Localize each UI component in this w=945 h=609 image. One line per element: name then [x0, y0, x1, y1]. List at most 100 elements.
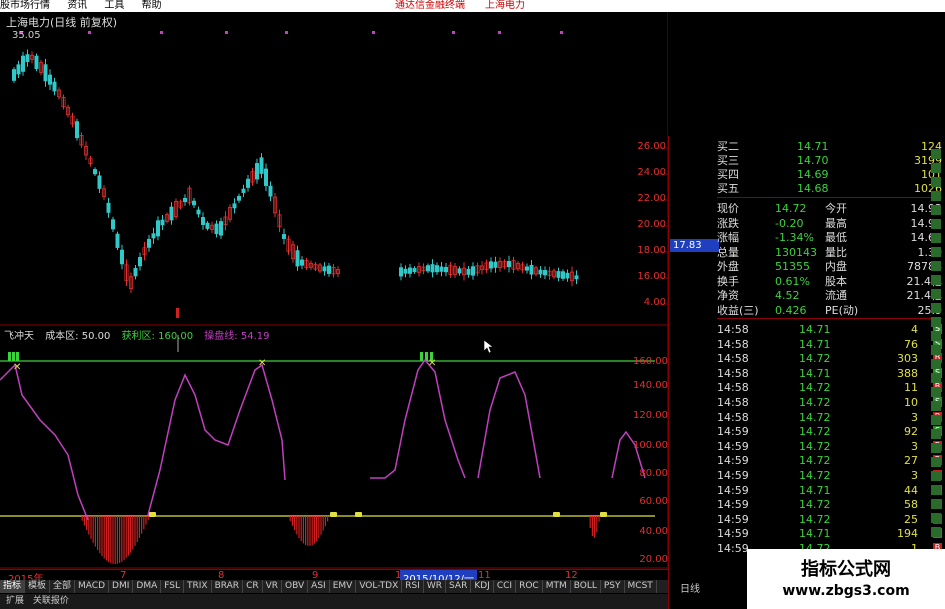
watermark-title: 指标公式网: [801, 559, 891, 580]
side-toolbar-button[interactable]: [931, 233, 941, 243]
side-toolbar-button[interactable]: [931, 317, 941, 327]
tab-mtm[interactable]: MTM: [543, 580, 571, 593]
tab-cr[interactable]: CR: [243, 580, 263, 593]
stat-label: 总量: [717, 245, 739, 259]
tick-volume: 58: [904, 498, 918, 512]
indicator-tab-bar: 指标 模板 全部 MACD DMI DMA FSL TRIX BRAR CR VR OBV ASI EMV…: [0, 580, 668, 593]
tick-volume: 3: [911, 410, 918, 424]
side-toolbar-button[interactable]: [931, 499, 941, 509]
tab-related-quotes[interactable]: 关联报价: [33, 596, 69, 606]
side-toolbar-button[interactable]: [931, 149, 941, 159]
tick-price: 14.72: [799, 439, 831, 453]
indicator-name[interactable]: 飞冲天: [4, 331, 34, 342]
side-toolbar-button[interactable]: [931, 401, 941, 411]
side-toolbar-button[interactable]: [931, 485, 941, 495]
tab-emv[interactable]: EMV: [330, 580, 357, 593]
tab-asi[interactable]: ASI: [308, 580, 330, 593]
tab-obv[interactable]: OBV: [282, 580, 309, 593]
bid-row: 买四 14.69 101: [717, 168, 942, 181]
side-toolbar-button[interactable]: [931, 163, 941, 173]
side-toolbar-button[interactable]: [931, 289, 941, 299]
side-toolbar-button[interactable]: [931, 429, 941, 439]
stat-label: 最高: [825, 216, 847, 230]
tab-extend[interactable]: 扩展: [6, 596, 24, 606]
side-toolbar-button[interactable]: [931, 177, 941, 187]
tick-time: 14:58: [717, 337, 749, 351]
tab-sar[interactable]: SAR: [446, 580, 472, 593]
tab-boll[interactable]: BOLL: [571, 580, 601, 593]
stat-value: -1.34%: [775, 231, 814, 244]
side-toolbar-button[interactable]: [931, 415, 941, 425]
tab-rsi[interactable]: RSI: [402, 580, 424, 593]
candle-body: [245, 178, 250, 188]
candle-body: [200, 217, 205, 225]
side-toolbar-button[interactable]: [931, 247, 941, 257]
side-toolbar-button[interactable]: [931, 331, 941, 341]
candle-body: [525, 266, 530, 271]
tab-dmi[interactable]: DMI: [109, 580, 134, 593]
side-toolbar-button[interactable]: [931, 205, 941, 215]
tab-indicator[interactable]: 指标: [0, 580, 26, 593]
candle-body: [299, 259, 304, 266]
tab-cci[interactable]: CCI: [494, 580, 517, 593]
tab-macd[interactable]: MACD: [75, 580, 110, 593]
indicator-header: 飞冲天 成本区: 50.00 获利区: 160.00 操盘线: 54.19: [4, 327, 277, 342]
tab-vr[interactable]: VR: [263, 580, 283, 593]
event-marker: [498, 31, 501, 34]
tab-dma[interactable]: DMA: [133, 580, 162, 593]
indicator-axis-label: 120.00: [633, 410, 668, 421]
tab-fsl[interactable]: FSL: [161, 580, 184, 593]
candle-body: [457, 268, 462, 274]
stat-label: 今开: [825, 202, 847, 215]
price-axis-label: 4.00: [643, 297, 666, 308]
profit-zone-value: 获利区: 160.00: [121, 331, 194, 342]
candle-body: [43, 64, 48, 82]
side-toolbar-button[interactable]: [931, 191, 941, 201]
indicator-axis-label: 80.00: [639, 468, 668, 479]
tab-roc[interactable]: ROC: [516, 580, 543, 593]
candle-body: [214, 223, 219, 235]
candle-body: [146, 238, 151, 248]
kline-chart[interactable]: ✕ ✕ ✕: [0, 0, 668, 569]
tick-time: 14:59: [717, 469, 749, 482]
tab-all[interactable]: 全部: [50, 580, 76, 593]
tick-price: 14.72: [799, 410, 831, 424]
side-toolbar-button[interactable]: [931, 303, 941, 313]
side-toolbar-button[interactable]: [931, 471, 941, 481]
side-toolbar-button[interactable]: [931, 275, 941, 285]
side-toolbar-button[interactable]: [931, 443, 941, 453]
candle-body: [470, 266, 475, 276]
tab-kdj[interactable]: KDJ: [471, 580, 494, 593]
stat-value: 14.72: [775, 202, 807, 215]
stat-value: 0.426: [775, 303, 807, 317]
tab-brar[interactable]: BRAR: [212, 580, 244, 593]
tab-wr[interactable]: WR: [424, 580, 447, 593]
tab-mcst[interactable]: MCST: [625, 580, 657, 593]
bid-row: 买五 14.68 1026: [717, 182, 942, 195]
trade-line: [147, 363, 286, 516]
side-toolbar-button[interactable]: [931, 373, 941, 383]
candle-body: [443, 267, 448, 273]
side-toolbar-button[interactable]: [931, 527, 941, 537]
side-toolbar-button[interactable]: [931, 219, 941, 229]
tick-row: 14:5914.7258B: [717, 498, 942, 511]
tab-vol-tdx[interactable]: VOL-TDX: [356, 580, 403, 593]
side-toolbar-button[interactable]: [931, 345, 941, 355]
tab-psy[interactable]: PSY: [601, 580, 625, 593]
candle-body: [115, 233, 120, 248]
candle-body: [120, 249, 125, 265]
tick-time: 14:58: [717, 352, 749, 366]
side-toolbar-button[interactable]: [931, 359, 941, 369]
indicator-axis-label: 100.00: [633, 440, 668, 451]
side-toolbar-button[interactable]: [931, 261, 941, 271]
side-toolbar-button[interactable]: [931, 387, 941, 397]
stat-label: 换手: [717, 274, 739, 288]
tick-volume: 27: [904, 454, 918, 468]
side-toolbar-button[interactable]: [931, 513, 941, 523]
tab-trix[interactable]: TRIX: [184, 580, 212, 593]
side-toolbar-button[interactable]: [931, 457, 941, 467]
candle-body: [169, 206, 174, 221]
candle-body: [506, 261, 511, 268]
tab-template[interactable]: 模板: [25, 580, 51, 593]
tick-volume: 194: [897, 527, 918, 541]
